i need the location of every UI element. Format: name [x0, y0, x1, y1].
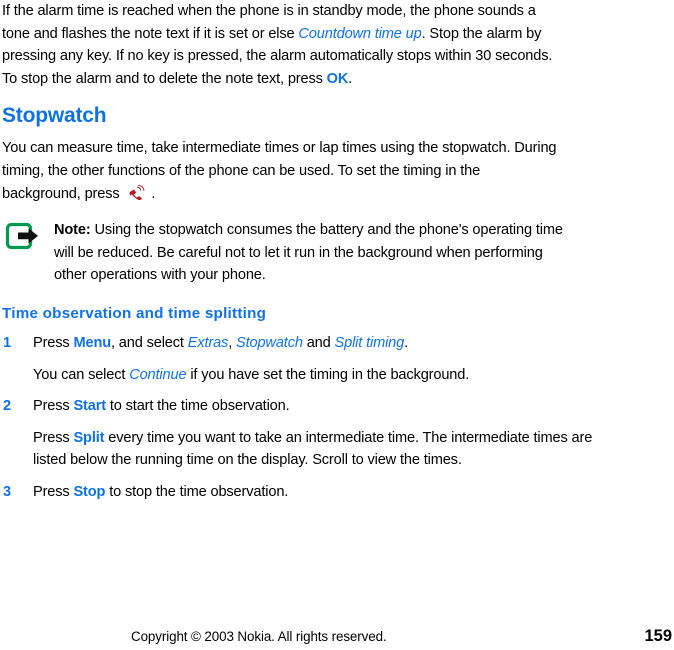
subheading-time-observation: Time observation and time splitting: [2, 304, 267, 322]
step1-key-continue: Continue: [129, 366, 187, 383]
step1-key-menu: Menu: [73, 334, 111, 351]
page-content: If the alarm time is reached when the ph…: [2, 0, 672, 504]
note-block: Note: Using the stopwatch consumes the b…: [2, 219, 602, 287]
step1-followup-part2: if you have set the timing in the backgr…: [186, 366, 470, 383]
copyright-notice: Copyright © 2003 Nokia. All rights reser…: [131, 629, 387, 644]
page-footer: Copyright © 2003 Nokia. All rights reser…: [0, 627, 674, 650]
call-key-icon: [129, 184, 148, 200]
step2-part2: to start the time observation.: [105, 398, 290, 415]
step2-key-start: Start: [73, 398, 106, 415]
step1-part4: and: [302, 334, 335, 351]
intro-emphasis-countdown: Countdown time up: [298, 25, 422, 42]
stopwatch-paragraph: You can measure time, take intermediate …: [2, 137, 562, 205]
step1-key-extras: Extras: [187, 334, 229, 351]
step1-part5: .: [404, 334, 409, 351]
step-number: 1: [3, 334, 12, 351]
intro-text-part3: .: [348, 70, 353, 87]
note-body: Using the stopwatch consumes the battery…: [54, 222, 563, 284]
stopwatch-text-part1: You can measure time, take intermediate …: [2, 140, 557, 202]
step-number: 3: [3, 483, 12, 500]
step2-followup-text: Press Split every time you want to take …: [2, 427, 593, 472]
step1-followup-text: You can select Continue if you have set …: [2, 364, 593, 387]
note-text: Note: Using the stopwatch consumes the b…: [2, 219, 564, 287]
step2-key-split: Split: [73, 429, 105, 446]
note-label: Note:: [54, 222, 91, 239]
step2-part1: Press: [33, 398, 74, 415]
step3-part1: Press: [33, 483, 74, 500]
step3-key-stop: Stop: [73, 483, 106, 500]
stopwatch-text-part2: .: [151, 185, 156, 202]
step-text: Press Menu, and select Extras, Stopwatch…: [33, 332, 672, 355]
intro-emphasis-ok: OK: [326, 70, 349, 87]
step2-followup-part2: every time you want to take an intermedi…: [33, 429, 593, 469]
step1-part3: ,: [228, 334, 237, 351]
intro-paragraph: If the alarm time is reached when the ph…: [2, 0, 562, 90]
step1-followup-part1: You can select: [33, 366, 130, 383]
step1-key-stopwatch: Stopwatch: [236, 334, 303, 351]
step2-followup-part1: Press: [33, 429, 74, 446]
step-number: 2: [3, 398, 12, 415]
step1-key-split-timing: Split timing: [334, 334, 405, 351]
note-arrow-icon: [5, 222, 45, 250]
step-text: Press Start to start the time observatio…: [33, 395, 672, 418]
page-number: 159: [644, 627, 672, 645]
section-heading-stopwatch: Stopwatch: [2, 104, 107, 128]
step-3: 3 Press Stop to stop the time observatio…: [2, 481, 672, 504]
step1-part2: , and select: [110, 334, 188, 351]
step3-part2: to stop the time observation.: [105, 483, 289, 500]
manual-page: If the alarm time is reached when the ph…: [0, 0, 674, 649]
step-1: 1 Press Menu, and select Extras, Stopwat…: [2, 332, 672, 355]
step-text: Press Stop to stop the time observation.: [33, 481, 672, 504]
step-2: 2 Press Start to start the time observat…: [2, 395, 672, 418]
step1-part1: Press: [33, 334, 74, 351]
